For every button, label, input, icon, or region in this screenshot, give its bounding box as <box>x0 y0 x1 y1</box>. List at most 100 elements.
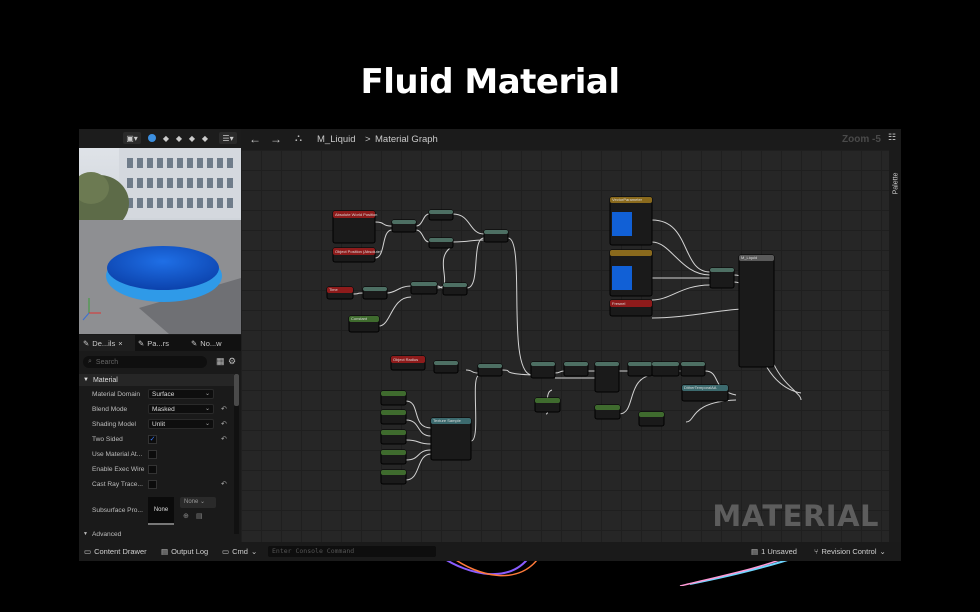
pencil-icon: ✎ <box>83 338 90 348</box>
view-mode-button[interactable]: ▣▾ <box>123 132 141 144</box>
palette-sidebar[interactable]: Palette <box>889 150 901 542</box>
content-drawer-button[interactable]: ▭ Content Drawer <box>84 542 147 561</box>
branch-icon: ⑂ <box>814 547 819 556</box>
property-label: Subsurface Pro... <box>92 507 143 514</box>
subsurface-asset-dropdown[interactable]: None ⌄ <box>180 497 216 508</box>
zoom-level: Zoom -5 <box>842 134 881 145</box>
dropdown-value: None <box>184 499 199 505</box>
cmd-label: Cmd <box>232 547 248 556</box>
graph-watermark: MATERIAL <box>712 499 879 533</box>
details-tab-strip: ✎ De...ils × ✎ Pa...rs ✎ No...w <box>79 335 241 351</box>
reset-arrow-icon[interactable]: ↶ <box>221 420 227 428</box>
advanced-label: Advanced <box>92 531 122 538</box>
use-material-attributes-checkbox[interactable] <box>148 450 157 459</box>
document-icon: ▤ <box>751 547 759 556</box>
property-label: Blend Mode <box>92 406 128 413</box>
tab-node-preview[interactable]: ✎ No...w <box>187 335 243 351</box>
chevron-down-icon: ⌄ <box>250 547 258 556</box>
details-search-input[interactable]: ⌕ Search <box>83 356 207 368</box>
node-title-dither: DitherTemporalAA <box>684 385 717 390</box>
scrollbar-thumb[interactable] <box>234 374 239 406</box>
browse-icon[interactable]: ⊕ <box>183 512 189 520</box>
plane-preview-button[interactable]: ◆ <box>174 132 184 144</box>
grid-view-icon[interactable]: ▦ <box>216 356 225 367</box>
tab-node-preview-label: No...w <box>200 338 222 348</box>
property-row-two-sided: Two Sided ✓ ↶ <box>79 432 234 447</box>
material-preview-viewport[interactable] <box>79 148 241 334</box>
subsurface-thumbnail[interactable]: None <box>148 497 174 525</box>
shading-model-dropdown[interactable]: Unlit ⌄ <box>148 419 214 429</box>
palette-toggle-icon[interactable]: ☷ <box>888 132 896 143</box>
reset-arrow-icon[interactable]: ↶ <box>221 480 227 488</box>
unsaved-button[interactable]: ▤ 1 Unsaved <box>751 542 797 561</box>
property-row-cast-ray-traced-shadows: Cast Ray Trace... ↶ <box>79 477 234 492</box>
property-row-material-domain: Material Domain Surface ⌄ <box>79 387 234 402</box>
cmd-dropdown[interactable]: ▭ Cmd ⌄ <box>222 542 257 561</box>
sphere-icon <box>148 134 156 142</box>
breadcrumb-view[interactable]: Material Graph <box>375 134 438 145</box>
reset-arrow-icon[interactable]: ↶ <box>221 405 227 413</box>
cast-ray-traced-shadows-checkbox[interactable] <box>148 480 157 489</box>
tab-parameters[interactable]: ✎ Pa...rs <box>134 335 188 351</box>
chevron-down-icon: ⌄ <box>204 406 210 412</box>
revision-control-label: Revision Control <box>821 547 877 556</box>
chevron-down-icon: ⌄ <box>879 547 886 556</box>
details-scrollbar[interactable] <box>234 374 239 534</box>
settings-gear-icon[interactable]: ⚙ <box>228 356 236 367</box>
teapot-icon: ◆ <box>201 133 209 143</box>
dropdown-value: Unlit <box>152 421 166 428</box>
property-row-shading-model: Shading Model Unlit ⌄ ↶ <box>79 417 234 432</box>
reset-arrow-icon[interactable]: ↶ <box>221 435 227 443</box>
dropdown-value: Masked <box>152 406 175 413</box>
property-label: Shading Model <box>92 421 136 428</box>
tab-details[interactable]: ✎ De...ils × <box>79 335 135 351</box>
sphere-preview-button[interactable] <box>147 132 157 144</box>
cylinder-preview-button[interactable]: ◆ <box>161 132 171 144</box>
dropdown-value: Surface <box>152 391 175 398</box>
pencil-icon: ✎ <box>138 338 145 348</box>
property-label: Two Sided <box>92 436 123 443</box>
property-label: Cast Ray Trace... <box>92 481 143 488</box>
close-icon[interactable]: × <box>118 339 122 348</box>
revision-control-button[interactable]: ⑂ Revision Control ⌄ <box>814 542 886 561</box>
folder-icon[interactable]: ▤ <box>196 512 203 520</box>
search-placeholder: Search <box>95 358 119 366</box>
chevron-down-icon: ⌄ <box>204 421 210 427</box>
forward-arrow-icon[interactable]: → <box>270 132 282 146</box>
content-drawer-label: Content Drawer <box>94 547 147 556</box>
two-sided-checkbox[interactable]: ✓ <box>148 435 157 444</box>
property-label: Material Domain <box>92 391 141 398</box>
content-drawer-icon: ▭ <box>84 547 92 556</box>
page-title: Fluid Material <box>360 62 620 102</box>
property-row-subsurface-profile: Subsurface Pro... None None ⌄ ⊕ ▤ <box>79 495 234 525</box>
blend-mode-dropdown[interactable]: Masked ⌄ <box>148 404 214 414</box>
material-graph-canvas[interactable]: Absolute World Position Object Position … <box>241 150 901 542</box>
tab-parameters-label: Pa...rs <box>147 338 169 348</box>
mesh-preview-button[interactable]: ◆ <box>200 132 210 144</box>
output-log-button[interactable]: ▤ Output Log <box>161 542 208 561</box>
palette-tab-label[interactable]: Palette <box>893 173 900 195</box>
property-row-enable-exec-wire: Enable Exec Wire <box>79 462 234 477</box>
material-section-header[interactable]: ▼ Material <box>79 374 234 386</box>
console-input[interactable]: Enter Console Command <box>268 546 436 557</box>
graph-header: ← → ⛬ M_Liquid > Material Graph Zoom -5 … <box>241 129 901 150</box>
material-editor-window: ▣▾ ◆ ◆ ◆ ◆ ☰▾ ✎ De...ils × ✎ Pa...rs ✎ N… <box>79 129 901 561</box>
cube-preview-button[interactable]: ◆ <box>187 132 197 144</box>
tab-details-label: De...ils <box>92 338 116 348</box>
section-title: Material <box>92 376 118 384</box>
enable-exec-wire-checkbox[interactable] <box>148 465 157 474</box>
node-title-vector-param: VectorParameter <box>612 197 643 202</box>
node-title-object-position: Object Position (Absolute) <box>335 249 382 254</box>
back-arrow-icon[interactable]: ← <box>249 132 261 146</box>
breadcrumb-separator: > <box>365 134 371 145</box>
breadcrumb-asset[interactable]: M_Liquid <box>317 134 356 145</box>
node-title-texture-sample: Texture Sample <box>433 418 462 423</box>
material-domain-dropdown[interactable]: Surface ⌄ <box>148 389 214 399</box>
search-icon: ⌕ <box>88 358 92 365</box>
viewport-menu-button[interactable]: ☰▾ <box>219 132 237 144</box>
output-log-icon: ▤ <box>161 547 169 556</box>
advanced-toggle[interactable]: ▼ Advanced <box>79 528 234 540</box>
node-graph: Absolute World Position Object Position … <box>326 196 802 485</box>
pencil-icon: ✎ <box>191 338 198 348</box>
preview-scene <box>79 148 241 334</box>
